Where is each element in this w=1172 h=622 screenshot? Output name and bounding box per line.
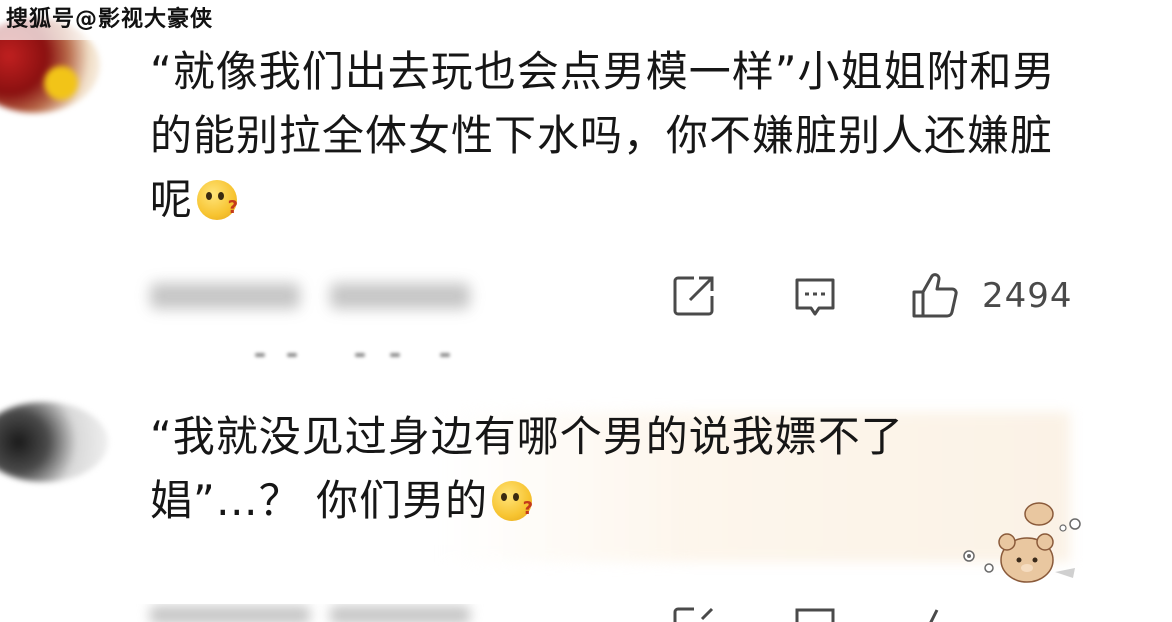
comment-body: “就像我们出去玩也会点男模一样”小姐姐附和男的能别拉全体女性下水吗，你不嫌脏别人… xyxy=(150,47,1056,224)
like-icon[interactable] xyxy=(910,270,960,320)
like-count: 2494 xyxy=(982,276,1073,316)
avatar[interactable] xyxy=(0,402,108,482)
comment-actions: 2494 xyxy=(0,268,1172,324)
watermark: 搜狐号@影视大豪侠 xyxy=(0,0,220,40)
thinking-face-emoji xyxy=(492,477,534,541)
comment-icon[interactable] xyxy=(793,276,837,320)
next-comment-actions-partial xyxy=(0,604,1172,622)
divider-blurred xyxy=(255,353,455,359)
like-icon[interactable] xyxy=(915,606,955,622)
thinking-face-emoji xyxy=(197,176,239,240)
bear-sticker xyxy=(963,502,1081,583)
comment-icon[interactable] xyxy=(793,606,837,622)
share-icon[interactable] xyxy=(672,274,716,318)
comment-text: “我就没见过身边有哪个男的说我嫖不了娼”…？ 你们男的 xyxy=(150,405,1050,541)
share-icon[interactable] xyxy=(672,606,716,622)
comment-text: “就像我们出去玩也会点男模一样”小姐姐附和男的能别拉全体女性下水吗，你不嫌脏别人… xyxy=(150,40,1080,240)
